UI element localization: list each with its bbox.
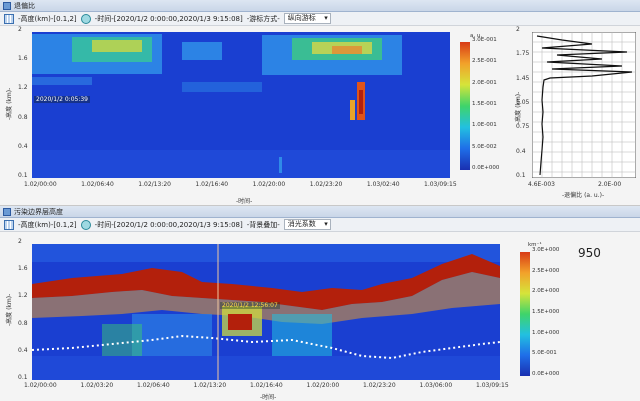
x-tick-label: 1.03/06:00 — [419, 382, 453, 389]
toolbar: -高度(km)-[0.1,2] -时间-[2020/1/2 0:00:00,20… — [0, 218, 640, 232]
colorbar-tick-label: 1.5E-001 — [472, 101, 497, 107]
height-range-icon[interactable] — [4, 219, 14, 230]
depolarization-colorbar — [460, 42, 470, 170]
background-overlay-select[interactable]: 消光系数 — [283, 219, 331, 230]
x-tick-label: 1.02/20:00 — [306, 382, 340, 389]
height-range-icon[interactable] — [4, 13, 14, 24]
cursor-mode-select[interactable]: 纵向游标 — [283, 13, 331, 24]
time-range-label[interactable]: -时间-[2020/1/2 0:00:00,2020/1/3 9:15:08] — [95, 220, 243, 230]
cursor-timestamp: 2020/1/2 0:05:39 — [34, 96, 90, 103]
cursor-mode-label: -游标方式- — [246, 14, 280, 23]
window-icon — [3, 1, 11, 10]
x-tick-label: 1.02/16:40 — [195, 181, 229, 188]
extinction-heatmap[interactable] — [32, 244, 500, 380]
profile-y-tick-label: 2 — [516, 26, 520, 33]
colorbar-tick-label: 0.0E+000 — [472, 165, 500, 171]
profile-y-tick-label: 0.4 — [516, 147, 526, 155]
profile-x-tick-label: 2.0E-00 — [598, 181, 622, 188]
y-tick-label: 1.2 — [18, 292, 28, 300]
x-tick-label: 1.02/13:20 — [138, 181, 171, 188]
x-tick-label: 1.02/13:20 — [193, 382, 227, 389]
y-tick-label: 0.8 — [18, 319, 28, 327]
colorbar-tick-label: 1.0E-001 — [472, 122, 497, 129]
window-icon — [3, 207, 11, 216]
x-tick-label: 1.03/09:15 — [476, 382, 509, 389]
x-axis-title: -时间- — [236, 198, 253, 205]
colorbar-tick-label: 1.5E+000 — [532, 309, 560, 315]
x-tick-label: 1.02/06:40 — [81, 181, 114, 188]
height-range-label[interactable]: -高度(km)-[0.1,2] — [18, 14, 77, 24]
profile-y-tick-label: 0.1 — [516, 172, 526, 179]
panel-title-bar: 退偏比 — [0, 0, 640, 12]
background-overlay-label: -背景叠加- — [246, 220, 280, 229]
depolarization-heatmap[interactable] — [32, 32, 450, 178]
colorbar-tick-label: 0.0E+000 — [532, 371, 560, 377]
x-tick-label: 1.02/20:00 — [252, 181, 286, 188]
x-tick-label: 1.02/23:20 — [363, 382, 396, 389]
x-tick-label: 1.02/03:20 — [80, 382, 114, 389]
colorbar-tick-label: 2.5E-001 — [472, 58, 497, 65]
y-tick-label: 0.4 — [18, 346, 28, 354]
toolbar: -高度(km)-[0.1,2] -时间-[2020/1/2 0:00:00,20… — [0, 12, 640, 26]
y-tick-label: 0.4 — [18, 142, 28, 150]
colorbar-tick-label: 5.0E-001 — [532, 350, 557, 357]
panel-title-bar: 污染边界层高度 — [0, 206, 640, 218]
y-axis-title: -高度 (km)- — [6, 87, 13, 120]
profile-x-axis-title: -退偏比 (a. u.)- — [562, 192, 605, 199]
x-tick-label: 1.03/02:40 — [366, 181, 400, 188]
profile-y-axis-title: -高度 (km)- — [515, 91, 522, 124]
y-tick-label: 0.8 — [18, 113, 28, 121]
y-tick-label: 1.2 — [18, 84, 28, 92]
depolarization-profile-plot[interactable] — [532, 32, 636, 178]
profile-y-tick-label: 1.05 — [516, 99, 530, 106]
y-tick-label: 1.6 — [18, 55, 28, 63]
panel-title: 退偏比 — [14, 1, 35, 10]
y-tick-label: 1.6 — [18, 265, 28, 273]
side-number: 950 — [578, 246, 601, 260]
profile-y-tick-label: 1.75 — [516, 50, 530, 58]
x-tick-label: 1.02/06:40 — [137, 382, 170, 389]
cursor-timestamp: 2020/1/2 12:56:07 — [220, 302, 280, 309]
x-tick-label: 1.02/00:00 — [24, 382, 57, 389]
profile-y-tick-label: 0.75 — [516, 123, 530, 131]
extinction-colorbar — [520, 252, 530, 376]
profile-x-tick-label: 4.6E-003 — [528, 181, 555, 188]
depolarization-panel: 退偏比 -高度(km)-[0.1,2] -时间-[2020/1/2 0:00:0… — [0, 0, 640, 205]
profile-y-tick-label: 1.45 — [516, 74, 530, 82]
boundary-layer-panel: 污染边界层高度 -高度(km)-[0.1,2] -时间-[2020/1/2 0:… — [0, 205, 640, 401]
x-tick-label: 1.03/09:15 — [424, 181, 457, 188]
x-axis-title: -时间- — [260, 394, 277, 401]
colorbar-tick-label: 3.0E-001 — [472, 37, 497, 43]
colorbar-tick-label: 1.0E+000 — [532, 329, 560, 336]
height-range-label[interactable]: -高度(km)-[0.1,2] — [18, 220, 77, 230]
clock-icon[interactable] — [80, 219, 91, 230]
y-tick-label: 0.1 — [18, 374, 28, 381]
x-tick-label: 1.02/16:40 — [250, 382, 283, 389]
y-tick-label: 2 — [18, 238, 22, 245]
x-tick-label: 1.02/23:20 — [309, 181, 343, 188]
panel-title: 污染边界层高度 — [14, 207, 63, 216]
y-axis-title: -高度 (km)- — [6, 293, 13, 326]
colorbar-tick-label: 2.0E+000 — [532, 288, 560, 295]
colorbar-tick-label: 3.0E+000 — [532, 247, 560, 253]
x-tick-label: 1.02/00:00 — [24, 181, 57, 188]
colorbar-tick-label: 2.5E+000 — [532, 267, 560, 274]
clock-icon[interactable] — [80, 13, 91, 24]
time-range-label[interactable]: -时间-[2020/1/2 0:00:00,2020/1/3 9:15:08] — [95, 14, 243, 24]
y-tick-label: 0.1 — [18, 172, 28, 179]
y-tick-label: 2 — [18, 26, 22, 33]
colorbar-tick-label: 2.0E-001 — [472, 79, 497, 86]
colorbar-tick-label: 5.0E-002 — [472, 143, 497, 150]
